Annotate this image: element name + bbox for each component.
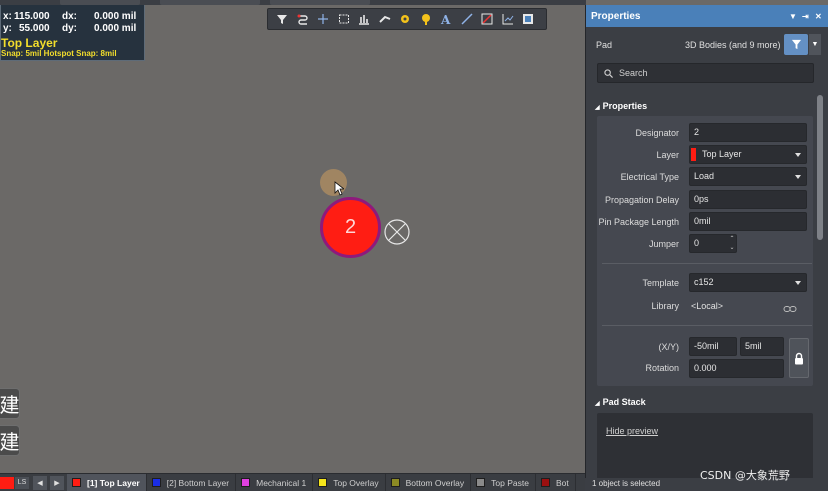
designator-field[interactable]: 2	[689, 123, 807, 142]
filter-dropdown-button[interactable]: ▼	[809, 34, 821, 55]
panel-pin-icon[interactable]: ⇥	[802, 12, 809, 21]
electrical-type-select[interactable]: Load	[689, 167, 807, 186]
lock-button[interactable]	[789, 338, 809, 378]
jumper-label: Jumper	[648, 239, 679, 249]
layer-prev-button[interactable]: ◀	[33, 475, 47, 490]
xy-label: (X/Y)	[658, 342, 679, 352]
panel-title: Properties	[591, 11, 641, 22]
text-icon[interactable]: A	[436, 9, 457, 29]
section-pad-stack-header[interactable]: ◢ Pad Stack	[595, 397, 646, 407]
hud-y-label: y:	[3, 23, 12, 34]
link-icon[interactable]	[783, 305, 797, 313]
panel-header: Properties ▼ ⇥ ✕	[586, 5, 828, 27]
hud-dy-value: 0.000 mil	[94, 23, 137, 34]
layer-tab-top-layer[interactable]: [1] Top Layer	[67, 474, 147, 491]
template-label: Template	[642, 278, 679, 288]
line-icon[interactable]	[457, 9, 478, 29]
panel-menu-icon[interactable]: ▼	[789, 12, 797, 21]
layer-tab-bottom-overlay[interactable]: Bottom Overlay	[386, 474, 472, 491]
document-tab[interactable]	[160, 0, 260, 5]
rectangle-select-icon[interactable]	[334, 9, 355, 29]
watermark: CSDN @大象荒野	[700, 469, 790, 482]
layer-tab-bar: LS ◀ ▶ [1] Top Layer [2] Bottom Layer Me…	[0, 473, 586, 491]
designator-label: Designator	[635, 128, 679, 138]
layer-tab-bottom-layer[interactable]: [2] Bottom Layer	[147, 474, 237, 491]
current-layer-color[interactable]	[0, 476, 14, 489]
layer-select[interactable]: Top Layer	[689, 145, 807, 164]
hud-x-label: x:	[3, 11, 12, 22]
layer-set-button[interactable]: LS	[15, 476, 29, 489]
layer-next-button[interactable]: ▶	[50, 475, 64, 490]
active-bar-toolbar: A	[267, 8, 547, 30]
y-field[interactable]: 5mil	[740, 337, 784, 356]
pad-icon[interactable]	[416, 9, 437, 29]
propagation-delay-label: Propagation Delay	[604, 195, 679, 205]
divider	[602, 325, 812, 326]
library-value: <Local>	[691, 301, 724, 311]
heads-up-display: x: 115.000 dx: 0.000 mil y: 55.000 dy: 0…	[0, 5, 145, 61]
pad-designator: 2	[344, 216, 357, 238]
filter-summary: 3D Bodies (and 9 more)	[685, 40, 781, 50]
hud-x-value: 115.000	[14, 11, 50, 22]
hud-dx-value: 0.000 mil	[94, 11, 137, 22]
side-button-2[interactable]: 建	[0, 425, 20, 456]
hud-layer: Top Layer	[1, 36, 58, 50]
document-tab[interactable]	[270, 0, 370, 5]
track-icon[interactable]	[375, 9, 396, 29]
section-properties-header[interactable]: ◢ Properties	[595, 101, 647, 111]
search-icon	[604, 69, 613, 78]
mouse-pointer-icon	[334, 181, 344, 196]
unconnected-pin-marker	[384, 219, 410, 245]
graph-icon[interactable]	[498, 9, 519, 29]
electrical-type-label: Electrical Type	[620, 172, 679, 182]
lock-icon	[795, 352, 803, 364]
align-icon[interactable]	[354, 9, 375, 29]
search-placeholder: Search	[619, 68, 648, 78]
hud-dy-label: dy:	[62, 23, 77, 34]
side-button-1[interactable]: 建	[0, 388, 20, 419]
hud-y-value: 55.000	[19, 23, 50, 34]
rotation-label: Rotation	[645, 363, 679, 373]
rotation-field[interactable]: 0.000	[689, 359, 784, 378]
layer-tab-top-overlay[interactable]: Top Overlay	[313, 474, 386, 491]
pin-package-length-label: Pin Package Length	[598, 217, 679, 227]
route-icon[interactable]	[293, 9, 314, 29]
region-icon[interactable]	[518, 9, 539, 29]
search-input[interactable]: Search	[597, 63, 814, 83]
jumper-stepper[interactable]: ⌃ ⌄	[727, 235, 737, 255]
pin-package-length-field[interactable]: 0mil	[689, 212, 807, 231]
pad[interactable]: 2	[320, 197, 381, 258]
layer-tab-bottom-paste[interactable]: Bot	[536, 474, 576, 491]
filter-icon[interactable]	[272, 9, 293, 29]
via-icon[interactable]	[395, 9, 416, 29]
panel-scrollbar[interactable]	[817, 95, 823, 240]
hide-preview-link[interactable]: Hide preview	[606, 426, 658, 436]
template-select[interactable]: c152	[689, 273, 807, 292]
library-label: Library	[651, 301, 679, 311]
divider	[602, 263, 812, 264]
object-type: Pad	[596, 40, 613, 50]
layer-color-swatch	[691, 148, 696, 161]
filter-icon	[791, 39, 801, 50]
x-field[interactable]: -50mil	[689, 337, 737, 356]
hud-snap: Snap: 5mil Hotspot Snap: 8mil	[1, 49, 117, 58]
crosshair-icon[interactable]	[313, 9, 334, 29]
layer-tab-mechanical-1[interactable]: Mechanical 1	[236, 474, 314, 491]
hud-dx-label: dx:	[62, 11, 77, 22]
layer-tab-top-paste[interactable]: Top Paste	[471, 474, 536, 491]
svg-text:A: A	[440, 13, 451, 25]
filter-button[interactable]	[784, 34, 808, 55]
panel-close-icon[interactable]: ✕	[815, 12, 822, 21]
keepout-icon[interactable]	[477, 9, 498, 29]
propagation-delay-field[interactable]: 0ps	[689, 190, 807, 209]
layer-label: Layer	[656, 150, 679, 160]
properties-panel: Properties ▼ ⇥ ✕ Pad 3D Bodies (and 9 mo…	[585, 5, 828, 491]
